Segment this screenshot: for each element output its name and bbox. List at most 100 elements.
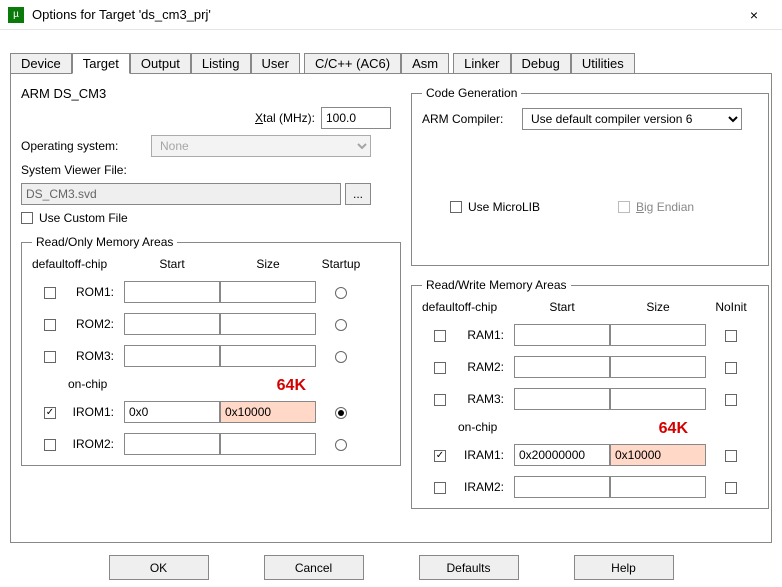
ram1-noinit-checkbox[interactable] [725, 330, 737, 342]
tab-utilities[interactable]: Utilities [571, 53, 635, 74]
tab-device[interactable]: Device [10, 53, 72, 74]
rom-hdr-offchip: off-chip [68, 257, 124, 271]
ram-hdr-size: Size [610, 300, 706, 314]
ram-legend: Read/Write Memory Areas [422, 278, 571, 292]
tab-user[interactable]: User [251, 53, 300, 74]
rom1-start-input[interactable] [124, 281, 220, 303]
app-icon: µ [8, 7, 24, 23]
ram-hdr-onchip: on-chip [458, 420, 514, 434]
rom-annotation: 64K [277, 377, 306, 395]
iram2-label: IRAM2: [458, 480, 510, 494]
rom1-default-checkbox[interactable] [44, 287, 56, 299]
rom3-default-checkbox[interactable] [44, 351, 56, 363]
ram1-default-checkbox[interactable] [434, 330, 446, 342]
iram1-noinit-checkbox[interactable] [725, 450, 737, 462]
os-select: None [151, 135, 371, 157]
ram-hdr-noinit: NoInit [706, 300, 756, 314]
rom3-start-input[interactable] [124, 345, 220, 367]
ram2-size-input[interactable] [610, 356, 706, 378]
rom-hdr-startup: Startup [316, 257, 366, 271]
ram1-size-input[interactable] [610, 324, 706, 346]
ram-annotation: 64K [659, 420, 688, 438]
tab-target[interactable]: Target [72, 53, 130, 74]
right-column: Code Generation ARM Compiler: Use defaul… [411, 86, 769, 509]
codegen-legend: Code Generation [422, 86, 521, 100]
rom-hdr-start: Start [124, 257, 220, 271]
xtal-input[interactable] [321, 107, 391, 129]
iram2-size-input[interactable] [610, 476, 706, 498]
rom1-size-input[interactable] [220, 281, 316, 303]
rom-legend: Read/Only Memory Areas [32, 235, 177, 249]
iram1-size-input[interactable] [610, 444, 706, 466]
ram1-start-input[interactable] [514, 324, 610, 346]
ram3-start-input[interactable] [514, 388, 610, 410]
ram-group: Read/Write Memory Areas 64K default off-… [411, 278, 769, 509]
svf-browse-button[interactable]: ... [345, 183, 371, 205]
tab-page: ARM DS_CM3 Xtal (MHz): Operating system:… [10, 73, 772, 543]
iram2-default-checkbox[interactable] [434, 482, 446, 494]
use-custom-file-label: Use Custom File [39, 211, 128, 225]
irom2-size-input[interactable] [220, 433, 316, 455]
codegen-group: Code Generation ARM Compiler: Use defaul… [411, 86, 769, 266]
ram2-start-input[interactable] [514, 356, 610, 378]
tab-asm[interactable]: Asm [401, 53, 449, 74]
irom1-label: IROM1: [68, 405, 120, 419]
irom1-size-input[interactable] [220, 401, 316, 423]
rom3-label: ROM3: [68, 349, 120, 363]
ram3-noinit-checkbox[interactable] [725, 394, 737, 406]
compiler-select[interactable]: Use default compiler version 6 [522, 108, 742, 130]
iram2-start-input[interactable] [514, 476, 610, 498]
irom2-start-input[interactable] [124, 433, 220, 455]
cancel-button[interactable]: Cancel [264, 555, 364, 580]
ram2-noinit-checkbox[interactable] [725, 362, 737, 374]
bigendian-label: Big Endian [636, 200, 694, 214]
ram-hdr-start: Start [514, 300, 610, 314]
rom2-size-input[interactable] [220, 313, 316, 335]
tab-output[interactable]: Output [130, 53, 191, 74]
ram3-size-input[interactable] [610, 388, 706, 410]
defaults-button[interactable]: Defaults [419, 555, 519, 580]
tab-listing[interactable]: Listing [191, 53, 251, 74]
ram3-label: RAM3: [458, 392, 510, 406]
rom2-startup-radio[interactable] [335, 319, 347, 331]
ram-hdr-offchip: off-chip [458, 300, 514, 314]
tab-strip: Device Target Output Listing User C/C++ … [0, 30, 782, 73]
irom2-startup-radio[interactable] [335, 439, 347, 451]
iram2-noinit-checkbox[interactable] [725, 482, 737, 494]
rom2-start-input[interactable] [124, 313, 220, 335]
irom2-label: IROM2: [68, 437, 120, 451]
iram1-start-input[interactable] [514, 444, 610, 466]
ram2-default-checkbox[interactable] [434, 362, 446, 374]
tab-cpp[interactable]: C/C++ (AC6) [304, 53, 401, 74]
window-title: Options for Target 'ds_cm3_prj' [32, 7, 734, 22]
iram1-default-checkbox[interactable] [434, 450, 446, 462]
irom1-default-checkbox[interactable] [44, 407, 56, 419]
close-icon[interactable]: × [734, 7, 774, 23]
svf-input [21, 183, 341, 205]
tab-linker[interactable]: Linker [453, 53, 510, 74]
left-column: ARM DS_CM3 Xtal (MHz): Operating system:… [21, 86, 401, 466]
os-label: Operating system: [21, 139, 151, 153]
xtal-label: Xtal (MHz): [255, 111, 315, 125]
help-button[interactable]: Help [574, 555, 674, 580]
rom3-size-input[interactable] [220, 345, 316, 367]
rom-hdr-onchip: on-chip [68, 377, 124, 391]
irom1-startup-radio[interactable] [335, 407, 347, 419]
use-custom-file-checkbox[interactable] [21, 212, 33, 224]
ram2-label: RAM2: [458, 360, 510, 374]
microlib-checkbox[interactable] [450, 201, 462, 213]
rom-hdr-default: default [32, 257, 68, 271]
rom1-startup-radio[interactable] [335, 287, 347, 299]
tab-debug[interactable]: Debug [511, 53, 571, 74]
ram3-default-checkbox[interactable] [434, 394, 446, 406]
rom3-startup-radio[interactable] [335, 351, 347, 363]
irom2-default-checkbox[interactable] [44, 439, 56, 451]
irom1-start-input[interactable] [124, 401, 220, 423]
device-name-label: ARM DS_CM3 [21, 86, 106, 101]
rom2-default-checkbox[interactable] [44, 319, 56, 331]
title-bar: µ Options for Target 'ds_cm3_prj' × [0, 0, 782, 30]
svf-label: System Viewer File: [21, 163, 127, 177]
ok-button[interactable]: OK [109, 555, 209, 580]
rom-hdr-size: Size [220, 257, 316, 271]
rom2-label: ROM2: [68, 317, 120, 331]
